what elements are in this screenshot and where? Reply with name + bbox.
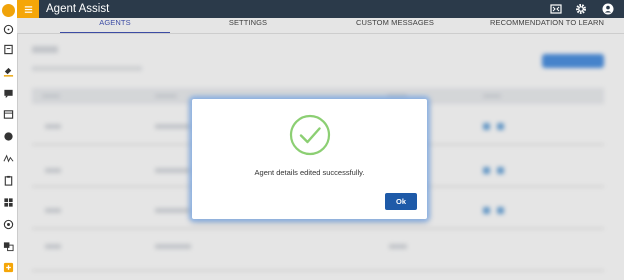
ok-button[interactable]: Ok	[385, 193, 417, 210]
circle-icon[interactable]	[3, 131, 14, 142]
grid-icon[interactable]	[3, 197, 14, 208]
user-account-icon[interactable]	[602, 3, 614, 15]
success-dialog: Agent details edited successfully. Ok	[192, 99, 427, 219]
clipboard-icon[interactable]	[3, 175, 14, 186]
app-title: Agent Assist	[46, 3, 110, 15]
settings-dial-icon[interactable]	[3, 219, 14, 230]
chat-icon[interactable]	[3, 88, 14, 99]
paint-bucket-icon[interactable]	[3, 66, 14, 77]
dialog-message: Agent details edited successfully.	[254, 168, 365, 177]
signature-icon[interactable]	[3, 153, 14, 164]
plus-box-icon[interactable]	[3, 262, 14, 273]
window-icon[interactable]	[3, 109, 14, 120]
app-logo-icon	[2, 4, 15, 17]
translate-icon[interactable]	[3, 241, 14, 252]
hamburger-menu-button[interactable]	[17, 0, 39, 18]
sidebar	[0, 0, 18, 280]
hamburger-icon	[24, 5, 32, 13]
contact-card-icon[interactable]	[3, 44, 14, 55]
compass-icon[interactable]	[3, 24, 14, 35]
gear-icon[interactable]	[575, 3, 587, 15]
check-circle-icon	[289, 114, 331, 156]
fullscreen-icon[interactable]	[550, 3, 562, 15]
